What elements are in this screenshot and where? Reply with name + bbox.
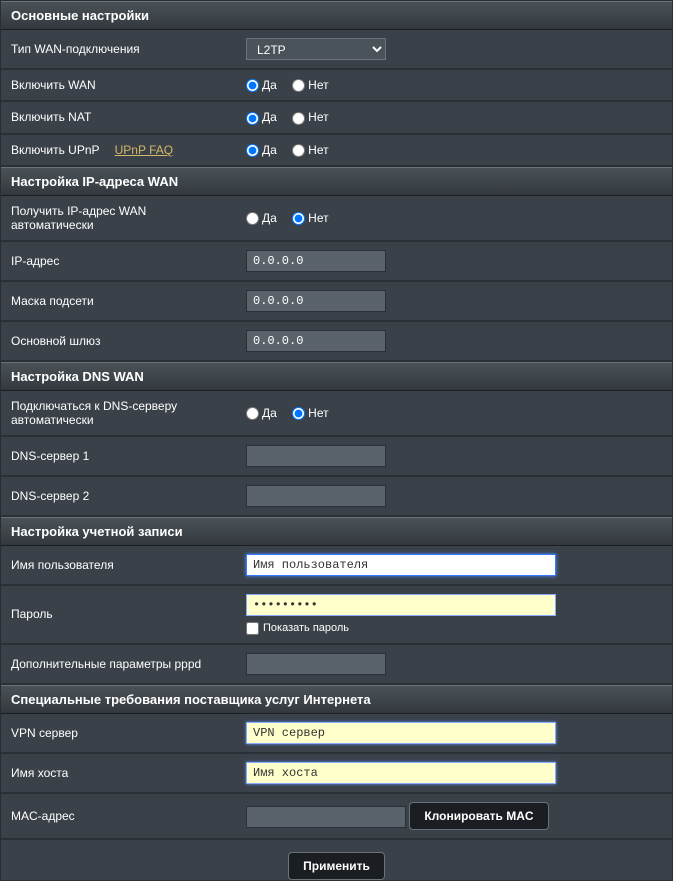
ip-address-label: IP-адрес xyxy=(1,241,236,281)
hostname-input[interactable] xyxy=(246,762,556,784)
pppd-label: Дополнительные параметры pppd xyxy=(1,644,236,684)
vpn-server-input[interactable] xyxy=(246,722,556,744)
auto-dns-yes[interactable] xyxy=(246,407,259,420)
ip-address-input[interactable] xyxy=(246,250,386,272)
enable-upnp-no[interactable] xyxy=(292,144,305,157)
show-password-label: Показать пароль xyxy=(263,622,349,634)
enable-nat-no[interactable] xyxy=(292,112,305,125)
auto-ip-label: Получить IP-адрес WAN автоматически xyxy=(1,196,236,241)
auto-dns-no[interactable] xyxy=(292,407,305,420)
enable-upnp-yes[interactable] xyxy=(246,144,259,157)
show-password-checkbox[interactable] xyxy=(246,622,259,635)
auto-dns-label: Подключаться к DNS-серверу автоматически xyxy=(1,391,236,436)
dns2-label: DNS-сервер 2 xyxy=(1,476,236,516)
wan-type-select[interactable]: L2TP xyxy=(246,38,386,60)
dns1-input[interactable] xyxy=(246,445,386,467)
auto-ip-yes[interactable] xyxy=(246,212,259,225)
password-input[interactable] xyxy=(246,594,556,616)
username-input[interactable] xyxy=(246,554,556,576)
vpn-server-label: VPN сервер xyxy=(1,714,236,753)
gateway-input[interactable] xyxy=(246,330,386,352)
mac-address-input[interactable] xyxy=(246,806,406,828)
enable-nat-label: Включить NAT xyxy=(1,101,236,133)
section-header-dns: Настройка DNS WAN xyxy=(1,362,672,391)
subnet-mask-input[interactable] xyxy=(246,290,386,312)
mac-address-label: MAC-адрес xyxy=(1,793,236,839)
gateway-label: Основной шлюз xyxy=(1,321,236,361)
apply-button[interactable]: Применить xyxy=(288,852,385,880)
upnp-faq-link[interactable]: UPnP FAQ xyxy=(115,143,173,157)
clone-mac-button[interactable]: Клонировать MAC xyxy=(409,802,548,830)
password-label: Пароль xyxy=(1,585,236,644)
wan-type-label: Тип WAN-подключения xyxy=(1,30,236,69)
hostname-label: Имя хоста xyxy=(1,753,236,793)
auto-ip-no[interactable] xyxy=(292,212,305,225)
enable-upnp-label: Включить UPnP xyxy=(11,143,99,157)
dns1-label: DNS-сервер 1 xyxy=(1,436,236,476)
username-label: Имя пользователя xyxy=(1,546,236,585)
pppd-input[interactable] xyxy=(246,653,386,675)
dns2-input[interactable] xyxy=(246,485,386,507)
subnet-mask-label: Маска подсети xyxy=(1,281,236,321)
enable-wan-yes[interactable] xyxy=(246,79,259,92)
enable-nat-yes[interactable] xyxy=(246,112,259,125)
section-header-basic: Основные настройки xyxy=(1,1,672,30)
section-header-isp: Специальные требования поставщика услуг … xyxy=(1,685,672,714)
section-header-account: Настройка учетной записи xyxy=(1,517,672,546)
enable-wan-no[interactable] xyxy=(292,79,305,92)
section-header-wan-ip: Настройка IP-адреса WAN xyxy=(1,167,672,196)
enable-wan-label: Включить WAN xyxy=(1,69,236,101)
